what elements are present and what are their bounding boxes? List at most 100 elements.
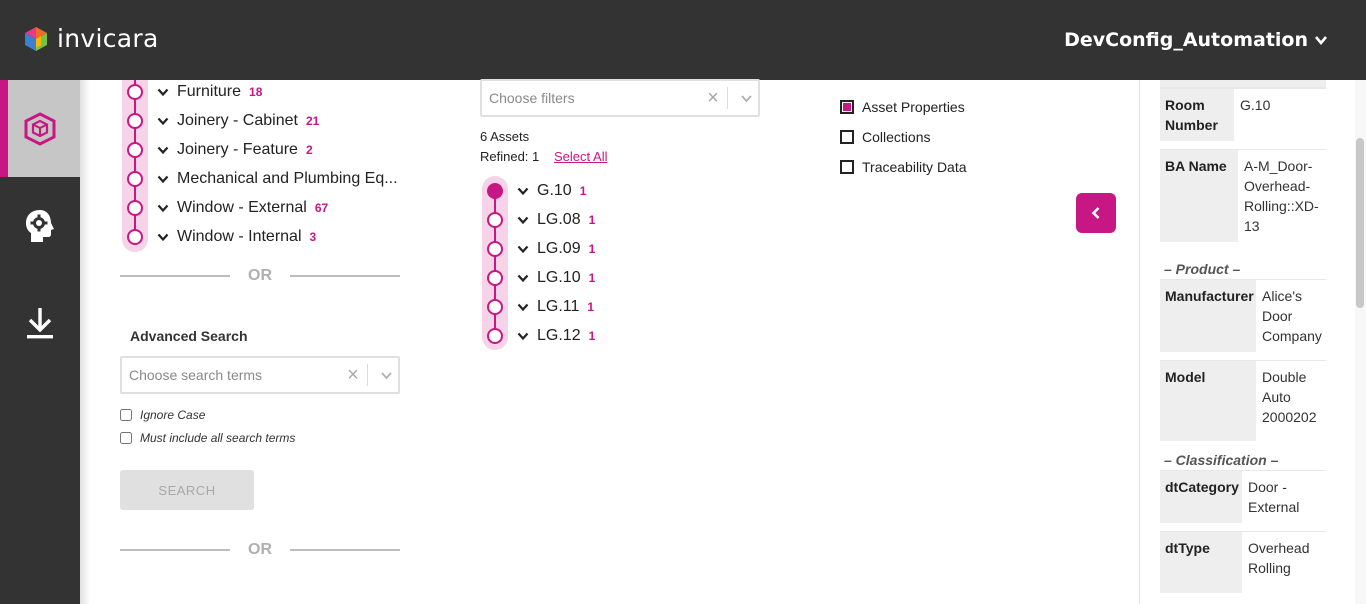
tree-node[interactable] <box>127 112 143 129</box>
or-label: OR <box>248 267 272 284</box>
tree-node-selected[interactable] <box>487 182 503 199</box>
project-selector[interactable]: DevConfig_Automation <box>1064 29 1328 51</box>
prop-room-number: Room Number G.10 <box>1160 88 1326 141</box>
collapse-panel-button[interactable] <box>1076 193 1116 233</box>
gear-head-icon <box>26 209 54 242</box>
tree-node[interactable] <box>127 199 143 216</box>
asset-item[interactable]: LG.10 1 <box>480 263 595 292</box>
brand-logo[interactable]: invicara <box>24 24 159 53</box>
tree-item-count: 21 <box>305 113 320 128</box>
select-all-link[interactable]: Select All <box>554 149 607 164</box>
tree-item-mechanical[interactable]: Mechanical and Plumbing Eq... <box>120 164 398 193</box>
traceability-checkbox[interactable] <box>840 160 854 174</box>
asset-count: 1 <box>588 241 596 256</box>
clear-icon[interactable]: × <box>343 364 363 387</box>
tree-node[interactable] <box>487 327 503 344</box>
chevron-down-icon[interactable] <box>157 173 169 185</box>
collections-checkbox[interactable] <box>840 130 854 144</box>
filters-placeholder: Choose filters <box>489 90 575 106</box>
chevron-down-icon[interactable] <box>517 214 529 226</box>
tree-node[interactable] <box>487 269 503 286</box>
tree-node[interactable] <box>127 170 143 187</box>
tree-item-label: Joinery - Cabinet <box>177 111 298 129</box>
nav-item-assets[interactable] <box>0 80 80 177</box>
or-divider: OR <box>120 266 400 286</box>
nav-item-download[interactable] <box>0 274 80 371</box>
tree-node[interactable] <box>127 141 143 158</box>
section-product: – Product – <box>1164 261 1241 277</box>
search-button[interactable]: SEARCH <box>120 470 254 510</box>
tree-node[interactable] <box>127 228 143 245</box>
prop-key: dtCategory <box>1160 471 1242 523</box>
asset-item[interactable]: LG.09 1 <box>480 234 595 263</box>
dropdown-toggle[interactable] <box>734 92 758 105</box>
chevron-down-icon[interactable] <box>517 330 529 342</box>
brand-name: invicara <box>57 24 159 53</box>
tree-node[interactable] <box>127 83 143 100</box>
chevron-down-icon[interactable] <box>157 231 169 243</box>
asset-properties-checkbox[interactable] <box>840 100 854 114</box>
asset-count: 1 <box>588 328 596 343</box>
chevron-left-icon <box>1091 207 1100 219</box>
asset-label: LG.10 <box>537 268 581 286</box>
prop-dt-category: dtCategory Door - External <box>1160 470 1326 523</box>
tree-node[interactable] <box>487 240 503 257</box>
tree-item-label: Furniture <box>177 82 242 100</box>
prop-value: Overhead Rolling <box>1248 540 1310 576</box>
tree-node[interactable] <box>487 298 503 315</box>
asset-label: LG.12 <box>537 326 581 344</box>
refined-count: Refined: 1 <box>480 149 540 164</box>
chevron-down-icon[interactable] <box>157 202 169 214</box>
cube-icon <box>24 111 56 146</box>
option-label: Asset Properties <box>862 99 965 115</box>
ignore-case-label: Ignore Case <box>140 408 206 422</box>
left-nav <box>0 80 80 604</box>
chevron-down-icon[interactable] <box>157 115 169 127</box>
tree-item-joinery-feature[interactable]: Joinery - Feature 2 <box>120 135 313 164</box>
search-terms-select[interactable]: Choose search terms × <box>120 356 400 394</box>
tree-item-window-internal[interactable]: Window - Internal 3 <box>120 222 316 251</box>
prop-key: Manufacturer <box>1160 280 1256 352</box>
option-label: Traceability Data <box>862 159 967 175</box>
prop-ba-name: BA Name A-M_Door-Overhead-Rolling::XD-13 <box>1160 149 1326 242</box>
filters-select[interactable]: Choose filters × <box>480 79 760 117</box>
option-asset-properties[interactable]: Asset Properties <box>840 99 965 115</box>
asset-label: LG.11 <box>537 297 580 315</box>
prop-key: dtType <box>1160 532 1242 593</box>
dropdown-toggle[interactable] <box>374 369 398 382</box>
panel-shadow <box>80 80 90 604</box>
option-collections[interactable]: Collections <box>840 129 930 145</box>
prop-model: Model Double Auto 2000202 <box>1160 360 1326 441</box>
chevron-down-icon[interactable] <box>517 272 529 284</box>
chevron-down-icon[interactable] <box>157 86 169 98</box>
tree-item-count: 18 <box>249 84 263 99</box>
asset-item[interactable]: G.10 1 <box>480 176 586 205</box>
nav-item-settings[interactable] <box>0 177 80 274</box>
tree-item-window-external[interactable]: Window - External 67 <box>120 193 328 222</box>
tree-item-count: 2 <box>305 142 313 157</box>
chevron-down-icon[interactable] <box>517 185 529 197</box>
asset-item[interactable]: LG.11 1 <box>480 292 594 321</box>
chevron-down-icon[interactable] <box>517 243 529 255</box>
ignore-case-option[interactable]: Ignore Case <box>120 408 205 422</box>
prop-value: G.10 <box>1240 97 1271 113</box>
chevron-down-icon[interactable] <box>157 144 169 156</box>
tree-node[interactable] <box>487 211 503 228</box>
advanced-search-title: Advanced Search <box>130 328 248 344</box>
chevron-down-icon <box>740 94 752 102</box>
must-include-option[interactable]: Must include all search terms <box>120 431 295 445</box>
must-include-checkbox[interactable] <box>120 432 132 444</box>
asset-item[interactable]: LG.08 1 <box>480 205 595 234</box>
option-traceability-data[interactable]: Traceability Data <box>840 159 967 175</box>
asset-label: LG.08 <box>537 210 581 228</box>
tree-item-joinery-cabinet[interactable]: Joinery - Cabinet 21 <box>120 106 319 135</box>
scrollbar-thumb[interactable] <box>1356 138 1364 308</box>
prop-key: Model <box>1160 361 1256 441</box>
asset-count: 1 <box>588 212 596 227</box>
ignore-case-checkbox[interactable] <box>120 409 132 421</box>
tree-item-furniture[interactable]: Furniture 18 <box>120 77 262 106</box>
chevron-down-icon[interactable] <box>517 301 529 313</box>
project-name: DevConfig_Automation <box>1064 29 1308 51</box>
clear-icon[interactable]: × <box>703 87 723 110</box>
asset-item[interactable]: LG.12 1 <box>480 321 595 350</box>
